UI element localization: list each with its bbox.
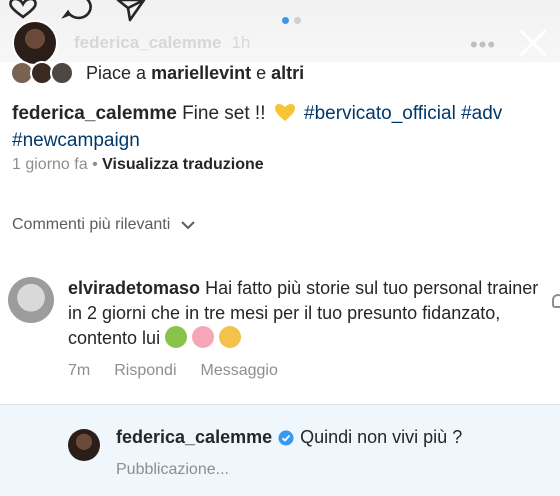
caption-username[interactable]: federica_calemme [12, 103, 177, 124]
hashtag-link[interactable]: #bervicato_official [304, 103, 456, 124]
story-pager [282, 17, 301, 24]
verified-badge-icon [278, 430, 294, 445]
liker-avatars [8, 58, 80, 88]
chevron-down-icon[interactable] [180, 219, 196, 231]
comment-age: 7m [68, 362, 91, 379]
pig-nose-icon [192, 326, 215, 348]
caption-text: Fine set !! [182, 103, 266, 124]
comment-body: elviradetomaso Hai fatto più storie sul … [68, 276, 548, 351]
reply-text: Quindi non vivi più ? [300, 427, 463, 447]
post-age: 1 giorno fa [12, 156, 88, 173]
likes-others[interactable]: altri [271, 63, 304, 83]
sort-label[interactable]: Commenti più rilevanti [12, 216, 170, 234]
likes-row[interactable]: Piace a mariellevint e altri [8, 58, 304, 88]
comment-like-icon[interactable] [552, 294, 560, 308]
story-time: 1h [231, 33, 251, 52]
pager-dot-active [282, 17, 289, 24]
hashtag-link[interactable]: #adv [461, 103, 502, 124]
yellow-heart-icon [274, 104, 295, 121]
man-gesturing-icon [219, 326, 242, 348]
post-meta: 1 giorno fa • Visualizza traduzione [12, 156, 264, 174]
pending-reply: federica_calemme Quindi non vivi più ? P… [0, 404, 560, 496]
nauseated-face-icon [165, 326, 188, 348]
comment-username[interactable]: elviradetomaso [68, 278, 200, 298]
more-icon[interactable]: ••• [470, 32, 496, 58]
comment-actions: 7m Rispondi Messaggio [68, 362, 278, 380]
likes-text[interactable]: Piace a mariellevint e altri [86, 63, 304, 84]
story-header: federica_calemme 1h ••• [0, 0, 560, 66]
close-icon[interactable] [516, 26, 550, 60]
liker-username[interactable]: mariellevint [151, 63, 251, 83]
translate-link[interactable]: Visualizza traduzione [102, 156, 264, 173]
reply-status: Pubblicazione... [116, 461, 229, 478]
avatar[interactable] [68, 429, 100, 461]
avatar [50, 61, 74, 85]
message-button[interactable]: Messaggio [201, 362, 278, 380]
post-caption: federica_calemme Fine set !! #bervicato_… [12, 100, 560, 154]
pager-dot [294, 17, 301, 24]
comments-sort[interactable]: Commenti più rilevanti [12, 216, 196, 234]
reply-body: federica_calemme Quindi non vivi più ? [116, 427, 462, 448]
hashtag-link[interactable]: #newcampaign [12, 130, 140, 151]
avatar[interactable] [8, 277, 54, 323]
reply-username[interactable]: federica_calemme [116, 427, 272, 448]
reply-button[interactable]: Rispondi [114, 362, 176, 380]
story-username[interactable]: federica_calemme [74, 33, 221, 53]
meta-separator: • [92, 156, 98, 173]
